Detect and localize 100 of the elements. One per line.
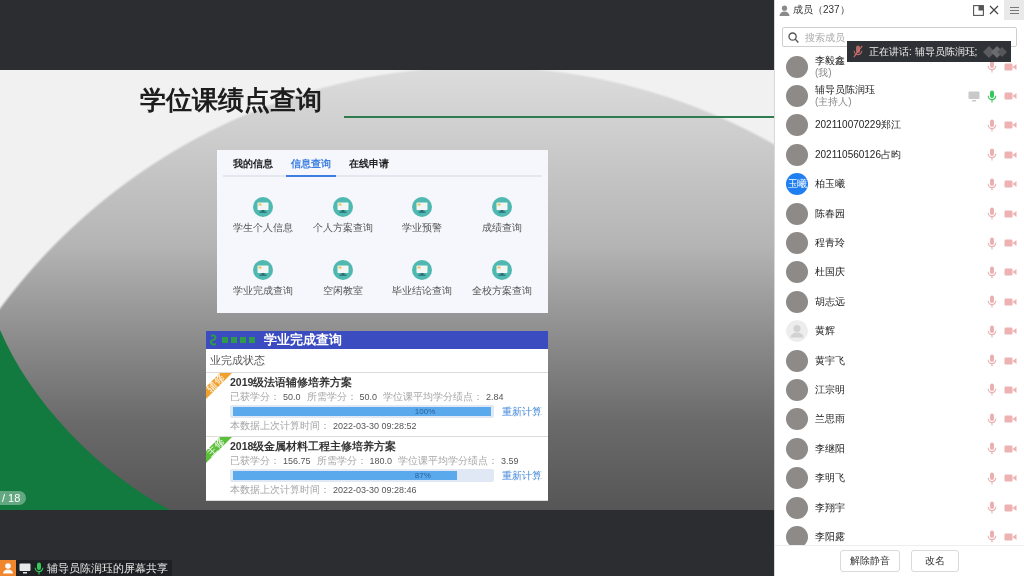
menu-button[interactable] bbox=[1004, 0, 1024, 20]
avatar-placeholder bbox=[786, 496, 808, 519]
stat-label: 学位课平均学分绩点： bbox=[398, 454, 499, 467]
menu-item-label[interactable]: 学生个人信息 bbox=[232, 222, 293, 234]
member-role: (主持人) bbox=[815, 96, 852, 109]
avatar-placeholder bbox=[786, 85, 808, 108]
microphone-icon[interactable] bbox=[987, 89, 997, 103]
screen-share-label: 辅导员陈润珏的屏幕共享 bbox=[47, 561, 168, 576]
avatar-placeholder bbox=[786, 143, 808, 166]
camera-off-icon[interactable] bbox=[1004, 61, 1017, 72]
member-name: 黄宇飞 bbox=[815, 354, 845, 367]
monitor-icon bbox=[252, 260, 273, 280]
avatar-initials: 玉曦 bbox=[786, 173, 808, 196]
member-name: 202110070229郑江 bbox=[815, 119, 901, 132]
percent-label: 100% bbox=[414, 407, 436, 416]
member-name: 辅导员陈润珏 bbox=[815, 84, 875, 96]
member-name: 胡志远 bbox=[815, 295, 845, 308]
monitor-icon bbox=[332, 197, 353, 217]
popout-icon[interactable] bbox=[973, 4, 984, 16]
avatar-placeholder bbox=[786, 261, 808, 284]
search-icon bbox=[788, 31, 799, 43]
member-name: 李翔宇 bbox=[815, 501, 845, 514]
monitor-icon bbox=[412, 197, 433, 217]
tab[interactable]: 在线申请 bbox=[344, 156, 394, 177]
member-name: 李明飞 bbox=[815, 472, 845, 485]
plan-title: 2019级法语辅修培养方案 bbox=[230, 376, 354, 389]
monitor-icon bbox=[332, 260, 353, 280]
monitor-icon bbox=[492, 260, 513, 280]
tab[interactable]: 我的信息 bbox=[228, 156, 278, 177]
stat-value: 50.0 bbox=[359, 391, 378, 404]
stat-label: 所需学分： bbox=[306, 390, 357, 403]
avatar-placeholder bbox=[786, 290, 808, 313]
menu-item-label[interactable]: 学业完成查询 bbox=[232, 285, 293, 297]
recalculate-link[interactable]: 重新计算 bbox=[502, 469, 542, 482]
stat-value: 180.0 bbox=[369, 455, 393, 468]
avatar-placeholder bbox=[786, 437, 808, 460]
stat-value: 50.0 bbox=[283, 391, 301, 404]
slide-title: 学位课绩点查询 bbox=[140, 84, 322, 116]
footer-button[interactable]: 解除静音 bbox=[840, 550, 900, 572]
avatar-stack-icon bbox=[983, 44, 1008, 59]
time-label: 本数据上次计算时间： bbox=[230, 419, 330, 432]
member-name: 程青玲 bbox=[815, 237, 845, 250]
member-name: 柏玉曦 bbox=[815, 178, 845, 191]
avatar-placeholder bbox=[786, 232, 808, 255]
percent-label: 87% bbox=[414, 471, 431, 480]
stat-value: 3.59 bbox=[501, 455, 519, 468]
member-name: 李继阳 bbox=[815, 442, 845, 455]
time-label: 本数据上次计算时间： bbox=[230, 483, 330, 496]
avatar-placeholder bbox=[786, 114, 808, 137]
avatar-placeholder bbox=[786, 379, 808, 401]
menu-item-label[interactable]: 全校方案查询 bbox=[472, 285, 533, 297]
menu-item-label[interactable]: 空闲教室 bbox=[322, 285, 363, 297]
stat-label: 已获学分： bbox=[230, 454, 280, 467]
person-icon bbox=[779, 4, 790, 16]
person-icon[interactable] bbox=[0, 560, 16, 576]
microphone-icon bbox=[34, 561, 44, 575]
avatar-placeholder bbox=[786, 55, 808, 78]
menu-item-label[interactable]: 学业预警 bbox=[402, 222, 443, 234]
monitor-icon bbox=[412, 260, 433, 280]
member-name: 杜国庆 bbox=[815, 266, 845, 279]
stat-value: 2.84 bbox=[486, 391, 504, 404]
close-icon[interactable] bbox=[989, 5, 999, 15]
menu-item-label[interactable]: 成绩查询 bbox=[482, 222, 523, 234]
stat-value: 156.75 bbox=[283, 455, 311, 468]
time-value: 2022-03-30 09:28:52 bbox=[333, 420, 417, 433]
panel-title: 成员（237） bbox=[793, 3, 851, 17]
tab[interactable]: 信息查询 bbox=[286, 156, 336, 177]
page-counter: / 18 bbox=[0, 491, 27, 505]
avatar-placeholder bbox=[786, 349, 808, 372]
member-name: 江宗明 bbox=[815, 384, 845, 396]
menu-item-label[interactable]: 毕业结论查询 bbox=[392, 285, 453, 297]
member-role: (我) bbox=[815, 66, 832, 79]
member-name: 黄辉 bbox=[815, 325, 835, 338]
avatar-placeholder bbox=[786, 408, 808, 431]
monitor-icon bbox=[492, 197, 513, 217]
recalculate-link[interactable]: 重新计算 bbox=[502, 405, 542, 418]
member-name: 李毅鑫 bbox=[815, 54, 845, 67]
member-name: 兰思雨 bbox=[815, 413, 845, 426]
member-name: 202110560126占昀 bbox=[815, 148, 901, 161]
stat-label: 所需学分： bbox=[316, 454, 367, 467]
time-value: 2022-03-30 09:28:46 bbox=[333, 484, 417, 497]
member-name: 李阳露 bbox=[815, 530, 845, 543]
muted-microphone-icon bbox=[853, 45, 863, 58]
menu-icon[interactable] bbox=[1009, 6, 1019, 14]
stat-label: 学位课平均学分绩点： bbox=[383, 390, 484, 403]
plan-title: 2018级金属材料工程主修培养方案 bbox=[230, 440, 398, 453]
menu-item-label[interactable]: 个人方案查询 bbox=[312, 222, 373, 234]
section-heading: 业完成状态 bbox=[210, 353, 265, 368]
avatar-placeholder bbox=[786, 525, 808, 545]
stat-label: 已获学分： bbox=[230, 390, 280, 403]
screen-icon bbox=[19, 562, 31, 574]
avatar-placeholder bbox=[786, 202, 808, 225]
speaking-text: 正在讲话: 辅导员陈润珏; bbox=[869, 44, 978, 59]
footer-button[interactable]: 改名 bbox=[911, 550, 959, 572]
avatar-placeholder bbox=[786, 467, 808, 490]
card-title: 学业完成查询 bbox=[264, 332, 342, 348]
monitor-icon bbox=[252, 197, 273, 217]
logo-icon bbox=[210, 334, 258, 346]
default-avatar-icon bbox=[786, 320, 808, 343]
member-name: 陈春园 bbox=[815, 207, 845, 220]
